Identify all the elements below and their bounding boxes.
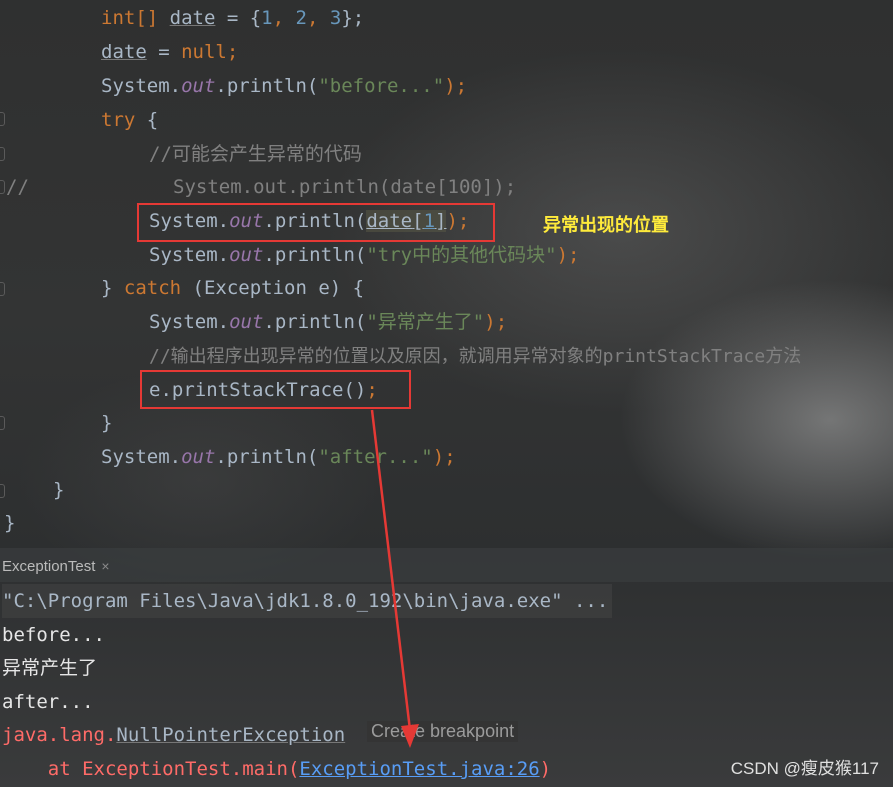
annotation-arrow	[370, 409, 419, 748]
arrow-shaft	[370, 409, 412, 731]
watermark: CSDN @瘦皮猴117	[730, 759, 879, 778]
arrow-head	[401, 724, 419, 748]
